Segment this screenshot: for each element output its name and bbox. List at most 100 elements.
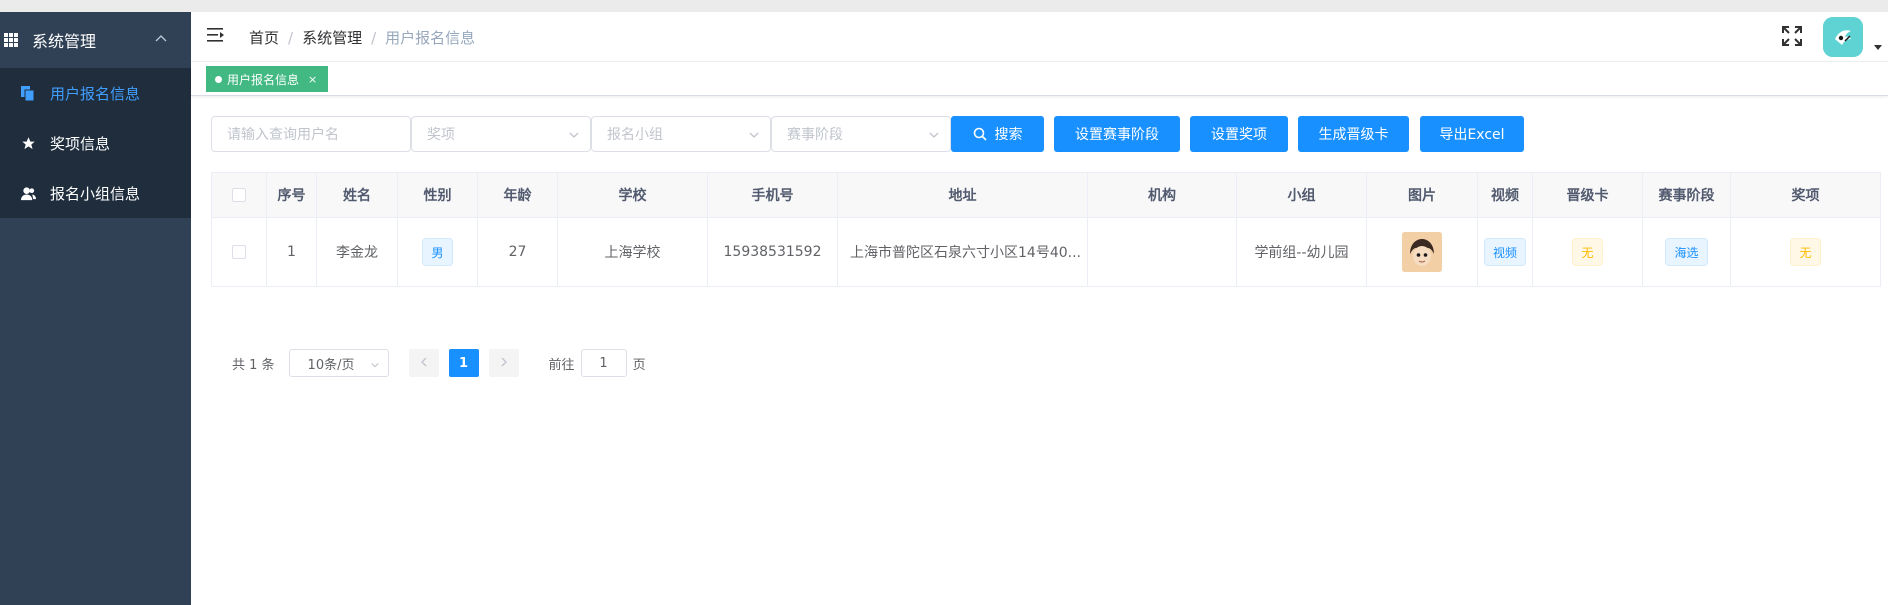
column-header: 晋级卡 (1533, 173, 1643, 217)
breadcrumb-separator: / (371, 28, 377, 47)
breadcrumb-home[interactable]: 首页 (249, 27, 279, 48)
grid-icon (0, 29, 22, 51)
export-excel-button[interactable]: 导出Excel (1420, 116, 1524, 152)
column-header: 地址 (838, 173, 1088, 217)
cell-name: 李金龙 (317, 218, 398, 286)
card-tag: 无 (1572, 238, 1603, 266)
page-size-value: 10条/页 (307, 357, 355, 373)
cell-video: 视频 (1478, 218, 1533, 286)
cell-school: 上海学校 (558, 218, 708, 286)
username-search-input[interactable]: 请输入查询用户名 (211, 116, 411, 152)
star-icon (20, 135, 36, 151)
select-all-checkbox[interactable] (232, 188, 246, 202)
search-icon (973, 127, 987, 141)
user-group-icon (20, 185, 36, 201)
column-header: 小组 (1237, 173, 1367, 217)
goto-label: 前往 (548, 357, 575, 373)
hamburger-icon[interactable] (207, 27, 227, 47)
caret-down-icon[interactable] (1874, 45, 1882, 50)
column-header: 赛事阶段 (1643, 173, 1731, 217)
generate-card-button[interactable]: 生成晋级卡 (1298, 116, 1409, 152)
sidebar-item-label: 奖项信息 (50, 134, 111, 153)
column-header: 手机号 (708, 173, 838, 217)
page-size-select[interactable]: 10条/页 (288, 349, 389, 377)
sidebar-group-label: 系统管理 (32, 32, 97, 51)
next-page-button[interactable] (488, 349, 519, 377)
column-header: 机构 (1088, 173, 1237, 217)
chevron-down-icon (928, 129, 940, 141)
chevron-down-icon (568, 129, 580, 141)
cell-stage: 海选 (1643, 218, 1731, 286)
prev-page-button[interactable] (408, 349, 439, 377)
cell-org (1088, 218, 1237, 286)
browser-top-strip (0, 0, 1888, 12)
chevron-left-icon (420, 356, 428, 371)
column-header: 视频 (1478, 173, 1533, 217)
column-header: 序号 (267, 173, 317, 217)
gender-tag: 男 (422, 238, 453, 266)
table-row[interactable]: 1 李金龙 男 27 上海学校 15938531592 上海市普陀区石泉六寸小区… (212, 218, 1880, 286)
generate-card-label: 生成晋级卡 (1318, 127, 1389, 143)
row-checkbox[interactable] (232, 245, 246, 259)
chevron-right-icon (500, 356, 508, 371)
cell-photo (1367, 218, 1478, 286)
breadcrumb: 首页 / 系统管理 / 用户报名信息 (249, 27, 475, 48)
photo-thumbnail[interactable] (1402, 232, 1442, 272)
set-stage-button[interactable]: 设置赛事阶段 (1054, 116, 1180, 152)
chevron-up-icon (153, 30, 169, 46)
row-select-cell (212, 218, 267, 286)
active-dot-icon (215, 75, 222, 83)
sidebar-item-awards[interactable]: 奖项信息 (0, 118, 191, 168)
tab-label: 用户报名信息 (227, 72, 300, 87)
sidebar-group-system[interactable]: 系统管理 (0, 12, 191, 68)
pagination-total: 共 1 条 (232, 357, 275, 373)
close-icon[interactable]: × (308, 73, 317, 86)
video-tag[interactable]: 视频 (1483, 238, 1526, 266)
tab-user-registration[interactable]: 用户报名信息 × (206, 66, 329, 92)
chevron-down-icon (370, 359, 380, 369)
cell-card: 无 (1533, 218, 1643, 286)
column-header: 年龄 (478, 173, 558, 217)
breadcrumb-current: 用户报名信息 (385, 29, 476, 47)
select-all-cell (212, 173, 267, 217)
goto-page-input[interactable] (580, 349, 627, 377)
group-placeholder: 报名小组 (607, 127, 663, 143)
cell-group: 学前组--幼儿园 (1237, 218, 1367, 286)
cell-address: 上海市普陀区石泉六寸小区14号40... (838, 218, 1088, 286)
pagination: 共 1 条 10条/页 1 前往 页 (232, 349, 646, 377)
navbar: 首页 / 系统管理 / 用户报名信息 (191, 12, 1888, 62)
set-award-label: 设置奖项 (1211, 127, 1267, 143)
stage-placeholder: 赛事阶段 (787, 127, 843, 143)
sidebar-item-groups[interactable]: 报名小组信息 (0, 168, 191, 218)
group-select[interactable]: 报名小组 (591, 116, 771, 152)
set-award-button[interactable]: 设置奖项 (1190, 116, 1288, 152)
award-placeholder: 奖项 (427, 127, 455, 143)
column-header: 图片 (1367, 173, 1478, 217)
cell-age: 27 (478, 218, 558, 286)
column-header: 性别 (398, 173, 478, 217)
cell-phone: 15938531592 (708, 218, 838, 286)
sidebar-item-label: 用户报名信息 (50, 84, 141, 103)
breadcrumb-separator: / (288, 28, 294, 47)
column-header: 姓名 (317, 173, 398, 217)
page-number-active[interactable]: 1 (448, 349, 479, 377)
username-placeholder: 请输入查询用户名 (227, 127, 339, 143)
sidebar-item-user-registration[interactable]: 用户报名信息 (0, 68, 191, 118)
sidebar-item-label: 报名小组信息 (50, 184, 141, 203)
fullscreen-icon[interactable] (1782, 26, 1804, 48)
award-select[interactable]: 奖项 (411, 116, 591, 152)
stage-tag: 海选 (1665, 238, 1708, 266)
column-header: 学校 (558, 173, 708, 217)
breadcrumb-system[interactable]: 系统管理 (302, 27, 362, 48)
search-button[interactable]: 搜索 (951, 116, 1044, 152)
data-table: 序号 姓名 性别 年龄 学校 手机号 地址 机构 小组 图片 视频 晋级卡 赛事… (211, 172, 1881, 287)
stage-select[interactable]: 赛事阶段 (771, 116, 951, 152)
search-button-label: 搜索 (994, 127, 1023, 143)
avatar[interactable] (1823, 17, 1863, 57)
cell-gender: 男 (398, 218, 478, 286)
tags-view: 用户报名信息 × (191, 62, 1888, 96)
chevron-down-icon (748, 129, 760, 141)
sidebar: 系统管理 用户报名信息 奖项信息 报名小组信息 (0, 12, 191, 605)
award-tag: 无 (1790, 238, 1821, 266)
page-jumper: 前往 页 (549, 349, 646, 377)
